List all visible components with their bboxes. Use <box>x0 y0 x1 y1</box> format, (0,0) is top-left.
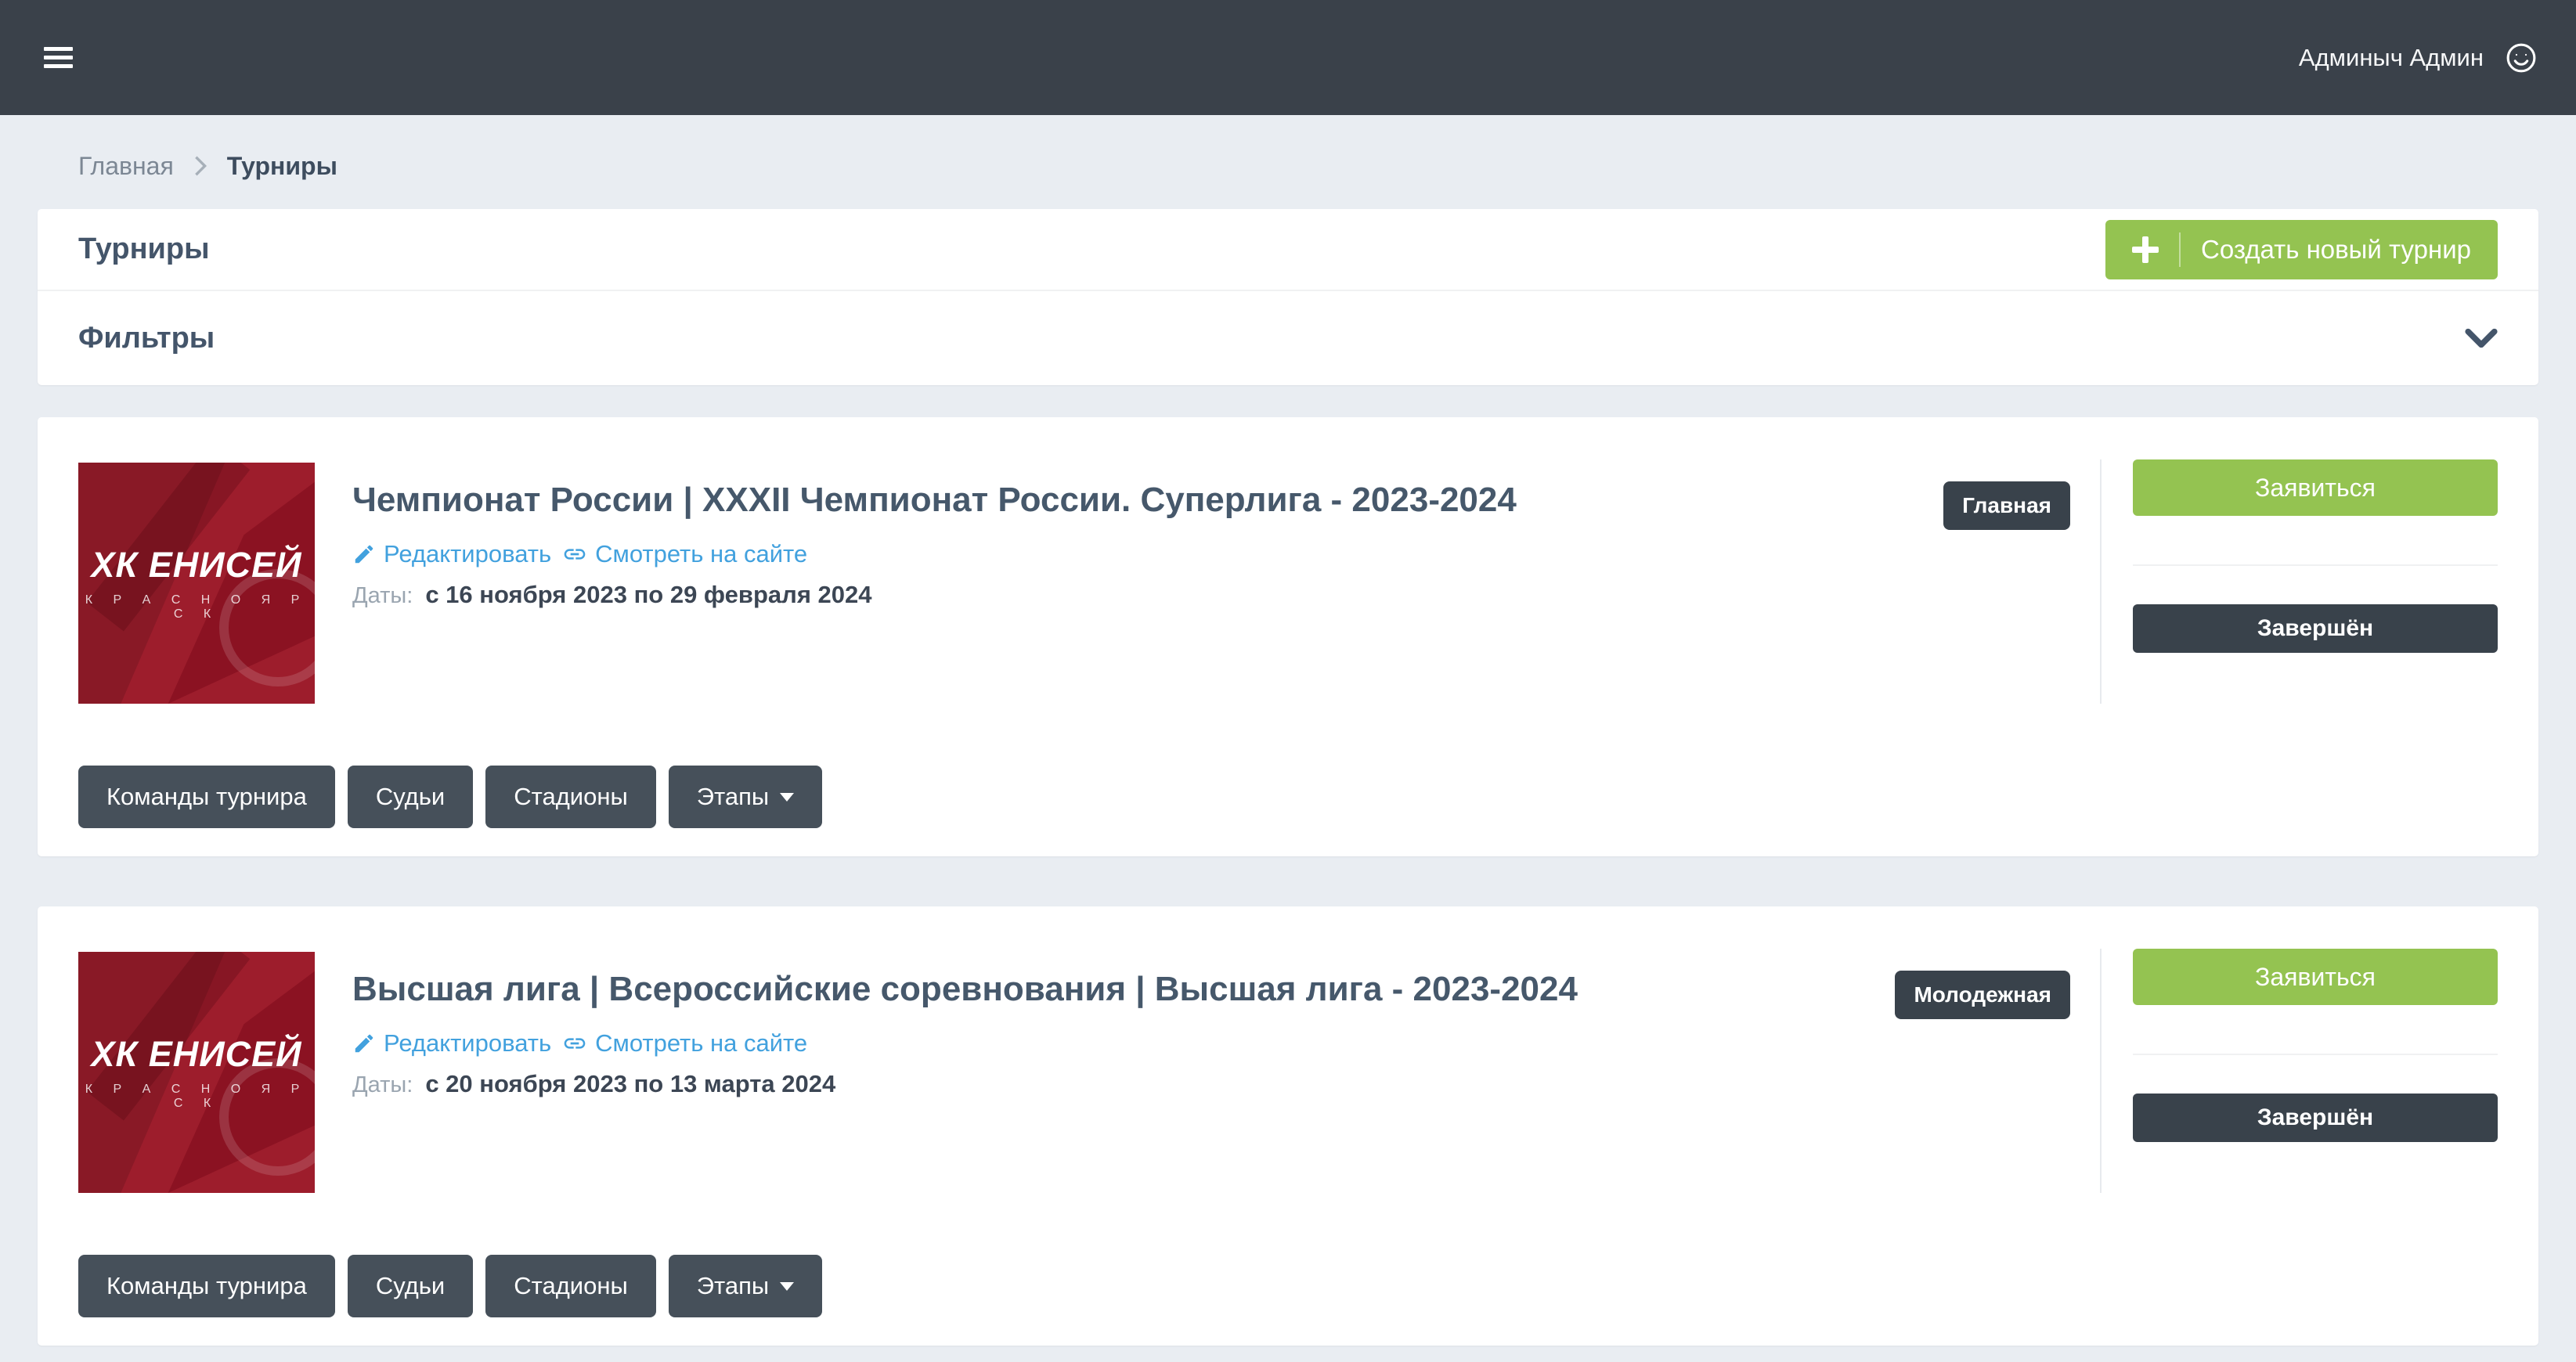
tournament-badge: Молодежная <box>1895 971 2070 1019</box>
tournament-title: Высшая лига | Всероссийские соревнования… <box>352 967 1871 1011</box>
chevron-down-icon <box>2465 328 2498 348</box>
smiley-face-icon <box>2504 41 2538 75</box>
user-name: Админыч Админ <box>2299 44 2484 72</box>
actions-divider <box>2133 1054 2498 1055</box>
pencil-icon <box>352 1032 376 1055</box>
dates-label: Даты: <box>352 1072 413 1098</box>
club-name: ХК ЕНИСЕЙ <box>78 545 315 586</box>
filters-toggle-row[interactable]: Фильтры <box>38 291 2538 385</box>
edit-tournament-link[interactable]: Редактировать <box>352 540 551 568</box>
edit-link-label: Редактировать <box>384 1029 551 1058</box>
vertical-divider <box>2100 459 2102 704</box>
caret-down-icon <box>780 793 794 802</box>
view-on-site-link[interactable]: Смотреть на сайте <box>562 1029 807 1058</box>
dates-label: Даты: <box>352 583 413 609</box>
referees-button[interactable]: Судьи <box>348 1255 473 1317</box>
status-finished-button[interactable]: Завершён <box>2133 604 2498 653</box>
edit-tournament-link[interactable]: Редактировать <box>352 1029 551 1058</box>
tournament-card: ХК ЕНИСЕЙ К Р А С Н О Я Р С К Высшая лиг… <box>38 906 2538 1346</box>
referees-button-label: Судьи <box>376 783 445 811</box>
caret-down-icon <box>780 1282 794 1291</box>
tournament-title: Чемпионат России | XXXII Чемпионат Росси… <box>352 478 1920 521</box>
club-city: К Р А С Н О Я Р С К <box>78 1083 315 1111</box>
plus-icon <box>2132 236 2159 263</box>
page-panel: Турниры Создать новый турнир Фильтры <box>38 209 2538 385</box>
teams-button-label: Команды турнира <box>106 783 307 811</box>
apply-button[interactable]: Заявиться <box>2133 459 2498 516</box>
referees-button-label: Судьи <box>376 1272 445 1300</box>
button-separator <box>2179 232 2181 267</box>
stadiums-button-label: Стадионы <box>514 783 628 811</box>
dates-value: с 16 ноября 2023 по 29 февраля 2024 <box>425 581 871 609</box>
tournament-card: ХК ЕНИСЕЙ К Р А С Н О Я Р С К Чемпионат … <box>38 417 2538 856</box>
tournament-badge: Главная <box>1943 481 2070 530</box>
stadiums-button[interactable]: Стадионы <box>485 766 656 828</box>
top-header-bar: Админыч Админ <box>0 0 2576 115</box>
breadcrumb-chevron-icon <box>193 154 208 178</box>
club-name: ХК ЕНИСЕЙ <box>78 1034 315 1075</box>
create-tournament-button[interactable]: Создать новый турнир <box>2105 220 2498 279</box>
club-logo: ХК ЕНИСЕЙ К Р А С Н О Я Р С К <box>78 952 315 1193</box>
teams-button-label: Команды турнира <box>106 1272 307 1300</box>
stages-button-label: Этапы <box>697 783 769 811</box>
edit-link-label: Редактировать <box>384 540 551 568</box>
club-city: К Р А С Н О Я Р С К <box>78 593 315 622</box>
apply-button[interactable]: Заявиться <box>2133 949 2498 1005</box>
view-link-label: Смотреть на сайте <box>595 540 807 568</box>
stadiums-button-label: Стадионы <box>514 1272 628 1300</box>
page-title-row: Турниры Создать новый турнир <box>38 209 2538 290</box>
view-link-label: Смотреть на сайте <box>595 1029 807 1058</box>
link-icon <box>562 1031 587 1056</box>
breadcrumb: Главная Турниры <box>0 115 2576 209</box>
user-menu[interactable]: Админыч Админ <box>2299 41 2538 75</box>
link-icon <box>562 542 587 567</box>
dates-value: с 20 ноября 2023 по 13 марта 2024 <box>425 1070 835 1098</box>
referees-button[interactable]: Судьи <box>348 766 473 828</box>
filters-label: Фильтры <box>78 322 215 355</box>
pencil-icon <box>352 542 376 566</box>
actions-divider <box>2133 564 2498 566</box>
breadcrumb-current: Турниры <box>227 152 337 181</box>
vertical-divider <box>2100 949 2102 1193</box>
breadcrumb-home-link[interactable]: Главная <box>78 152 174 181</box>
status-finished-button[interactable]: Завершён <box>2133 1094 2498 1142</box>
view-on-site-link[interactable]: Смотреть на сайте <box>562 540 807 568</box>
hamburger-menu-icon[interactable] <box>44 42 73 73</box>
page-title: Турниры <box>78 232 210 266</box>
stages-dropdown-button[interactable]: Этапы <box>669 1255 822 1317</box>
teams-button[interactable]: Команды турнира <box>78 766 335 828</box>
create-tournament-label: Создать новый турнир <box>2201 235 2471 265</box>
stages-dropdown-button[interactable]: Этапы <box>669 766 822 828</box>
teams-button[interactable]: Команды турнира <box>78 1255 335 1317</box>
club-logo: ХК ЕНИСЕЙ К Р А С Н О Я Р С К <box>78 463 315 704</box>
stadiums-button[interactable]: Стадионы <box>485 1255 656 1317</box>
stages-button-label: Этапы <box>697 1272 769 1300</box>
